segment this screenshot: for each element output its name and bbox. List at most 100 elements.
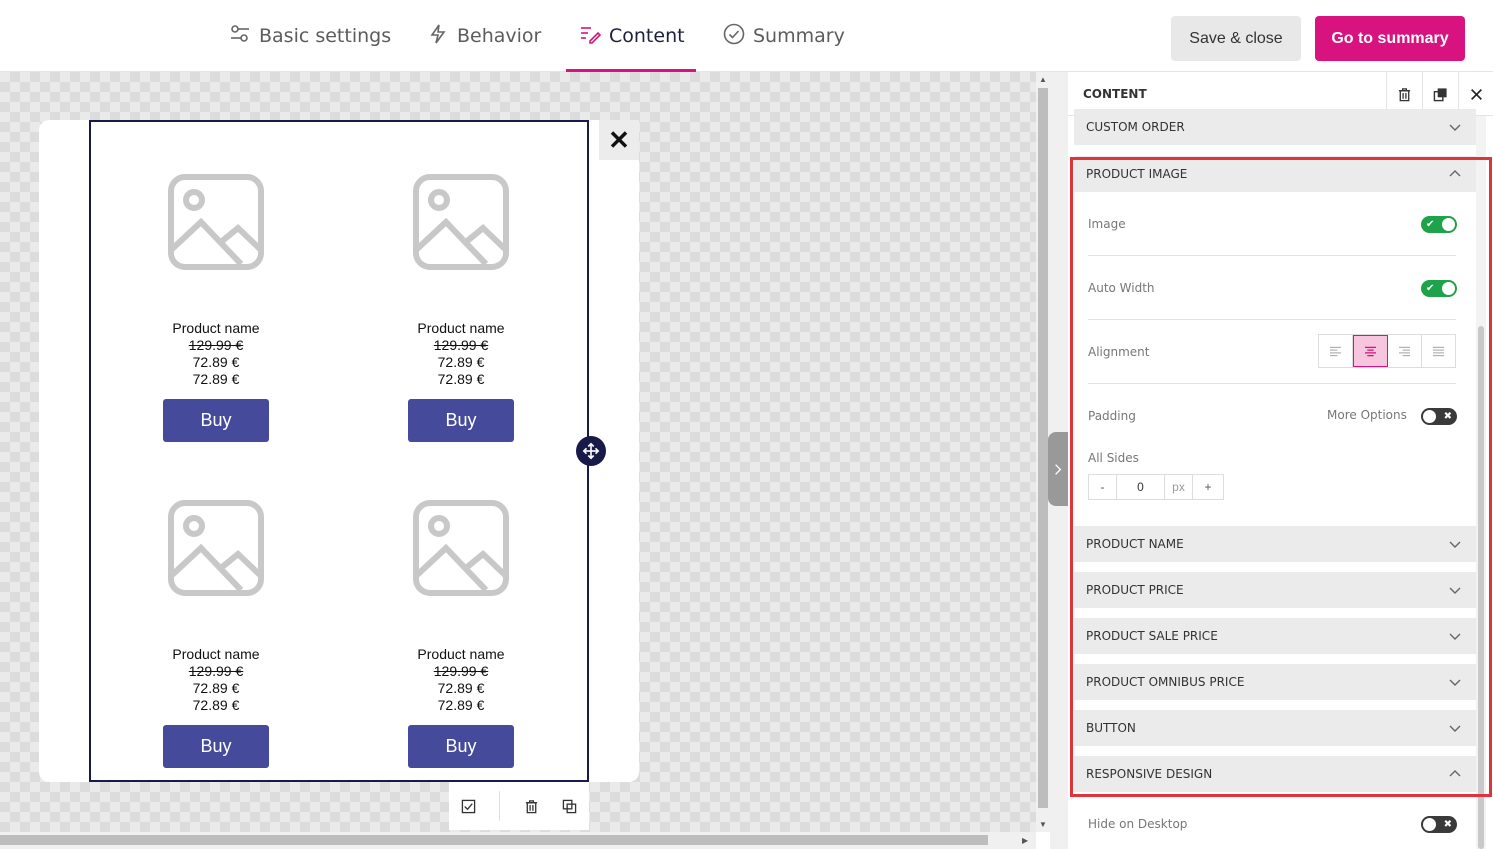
all-sides-label: All Sides xyxy=(1088,451,1139,465)
increment-button[interactable]: + xyxy=(1193,475,1223,499)
product-name: Product name xyxy=(417,646,505,662)
section-label: PRODUCT OMNIBUS PRICE xyxy=(1086,675,1245,689)
tab-label: Content xyxy=(609,25,685,47)
product-omnibus-price: 72.89 € xyxy=(192,371,240,387)
toggle-knob xyxy=(1423,410,1436,423)
product-omnibus-price: 72.89 € xyxy=(437,371,485,387)
align-justify-icon[interactable] xyxy=(1422,335,1455,367)
collapse-panel-chevron-icon[interactable] xyxy=(1048,432,1068,506)
x-icon: ✖ xyxy=(1443,819,1452,830)
tab-label: Basic settings xyxy=(259,25,392,47)
section-label: BUTTON xyxy=(1086,721,1136,735)
scroll-down-arrow-icon[interactable]: ▼ xyxy=(1039,820,1047,829)
more-options-toggle[interactable]: ✖ xyxy=(1421,408,1457,425)
check-icon: ✔ xyxy=(1426,219,1435,230)
product-old-price: 129.99 € xyxy=(433,663,489,679)
alignment-label: Alignment xyxy=(1088,345,1150,359)
product-omnibus-price: 72.89 € xyxy=(192,697,240,713)
image-toggle[interactable]: ✔ xyxy=(1421,216,1457,233)
section-product-image[interactable]: PRODUCT IMAGE xyxy=(1074,156,1476,192)
section-label: RESPONSIVE DESIGN xyxy=(1086,767,1213,781)
section-label: CUSTOM ORDER xyxy=(1086,120,1185,134)
product-card: Product name 129.99 € 72.89 € 72.89 € Bu… xyxy=(116,172,316,442)
tab-behavior[interactable]: Behavior xyxy=(427,0,541,72)
editor-canvas: ✕ Product name 129.99 € 72.89 € 72.89 € … xyxy=(0,72,1036,832)
unit-label: px xyxy=(1165,475,1193,499)
scrollbar-thumb[interactable] xyxy=(1478,326,1484,849)
section-product-sale-price[interactable]: PRODUCT SALE PRICE xyxy=(1074,618,1476,654)
divider xyxy=(1088,319,1456,320)
product-card: Product name 129.99 € 72.89 € 72.89 € Bu… xyxy=(361,172,561,442)
buy-button[interactable]: Buy xyxy=(408,399,514,442)
align-right-icon[interactable] xyxy=(1388,335,1422,367)
duplicate-icon[interactable] xyxy=(562,799,577,814)
trash-icon[interactable] xyxy=(524,799,539,814)
buy-button[interactable]: Buy xyxy=(163,725,269,768)
section-product-name[interactable]: PRODUCT NAME xyxy=(1074,526,1476,562)
section-button[interactable]: BUTTON xyxy=(1074,710,1476,746)
padding-stepper: - 0 px + xyxy=(1088,474,1224,500)
tab-basic-settings[interactable]: Basic settings xyxy=(229,0,391,72)
lightning-icon xyxy=(427,23,449,50)
check-circle-icon xyxy=(723,23,745,50)
move-handle-icon[interactable] xyxy=(576,436,606,466)
product-name: Product name xyxy=(417,320,505,336)
product-card: Product name 129.99 € 72.89 € 72.89 € Bu… xyxy=(361,498,561,768)
image-placeholder-icon xyxy=(411,498,511,598)
section-responsive-design[interactable]: RESPONSIVE DESIGN xyxy=(1074,756,1476,792)
buy-button[interactable]: Buy xyxy=(163,399,269,442)
tab-content[interactable]: Content xyxy=(566,0,696,72)
product-name: Product name xyxy=(172,320,260,336)
hide-on-desktop-label: Hide on Desktop xyxy=(1088,817,1188,831)
toolbar-divider xyxy=(499,791,501,821)
chevron-down-icon xyxy=(1449,679,1461,686)
product-sale-price: 72.89 € xyxy=(437,680,485,696)
select-checkbox-icon[interactable] xyxy=(461,799,476,814)
chevron-down-icon xyxy=(1449,633,1461,640)
chevron-down-icon xyxy=(1449,541,1461,548)
section-product-price[interactable]: PRODUCT PRICE xyxy=(1074,572,1476,608)
padding-label: Padding xyxy=(1088,409,1136,423)
padding-value-input[interactable]: 0 xyxy=(1117,475,1165,499)
image-label: Image xyxy=(1088,217,1126,231)
block-toolbar xyxy=(449,782,589,830)
section-label: PRODUCT PRICE xyxy=(1086,583,1184,597)
panel-scrollbar[interactable] xyxy=(1476,116,1486,849)
auto-width-label: Auto Width xyxy=(1088,281,1155,295)
decrement-button[interactable]: - xyxy=(1089,475,1117,499)
hide-on-desktop-toggle[interactable]: ✖ xyxy=(1421,816,1457,833)
go-to-summary-button[interactable]: Go to summary xyxy=(1315,16,1465,61)
align-left-icon[interactable] xyxy=(1319,335,1353,367)
auto-width-toggle[interactable]: ✔ xyxy=(1421,280,1457,297)
scroll-right-arrow-icon[interactable]: ▶ xyxy=(1022,836,1028,845)
tab-label: Summary xyxy=(753,25,845,47)
section-label: PRODUCT NAME xyxy=(1086,537,1184,551)
top-nav: Basic settings Behavior Content Summary … xyxy=(0,0,1493,72)
section-label: PRODUCT SALE PRICE xyxy=(1086,629,1218,643)
tab-label: Behavior xyxy=(457,25,542,47)
canvas-horizontal-scrollbar[interactable]: ▶ xyxy=(0,832,1036,849)
tab-summary[interactable]: Summary xyxy=(723,0,845,72)
chevron-down-icon xyxy=(1449,725,1461,732)
x-icon: ✖ xyxy=(1443,411,1452,422)
scrollbar-thumb[interactable] xyxy=(1038,88,1048,808)
save-close-button[interactable]: Save & close xyxy=(1171,16,1301,61)
image-placeholder-icon xyxy=(411,172,511,272)
scroll-up-arrow-icon[interactable]: ▲ xyxy=(1039,75,1047,84)
product-old-price: 129.99 € xyxy=(188,663,244,679)
align-center-icon[interactable] xyxy=(1353,335,1388,367)
check-icon: ✔ xyxy=(1426,283,1435,294)
section-custom-order[interactable]: CUSTOM ORDER xyxy=(1074,109,1476,145)
scrollbar-thumb[interactable] xyxy=(0,835,988,845)
content-settings-panel: CONTENT CUSTOM ORDER PRODUCT IMAGE Image… xyxy=(1068,72,1493,849)
chevron-down-icon xyxy=(1449,587,1461,594)
divider xyxy=(1088,255,1456,256)
product-card: Product name 129.99 € 72.89 € 72.89 € Bu… xyxy=(116,498,316,768)
buy-button[interactable]: Buy xyxy=(408,725,514,768)
section-product-omnibus-price[interactable]: PRODUCT OMNIBUS PRICE xyxy=(1074,664,1476,700)
chevron-down-icon xyxy=(1449,124,1461,131)
popup-close-icon[interactable]: ✕ xyxy=(599,120,639,160)
panel-title: CONTENT xyxy=(1083,86,1147,101)
sliders-icon xyxy=(229,23,251,50)
toggle-knob xyxy=(1442,282,1455,295)
